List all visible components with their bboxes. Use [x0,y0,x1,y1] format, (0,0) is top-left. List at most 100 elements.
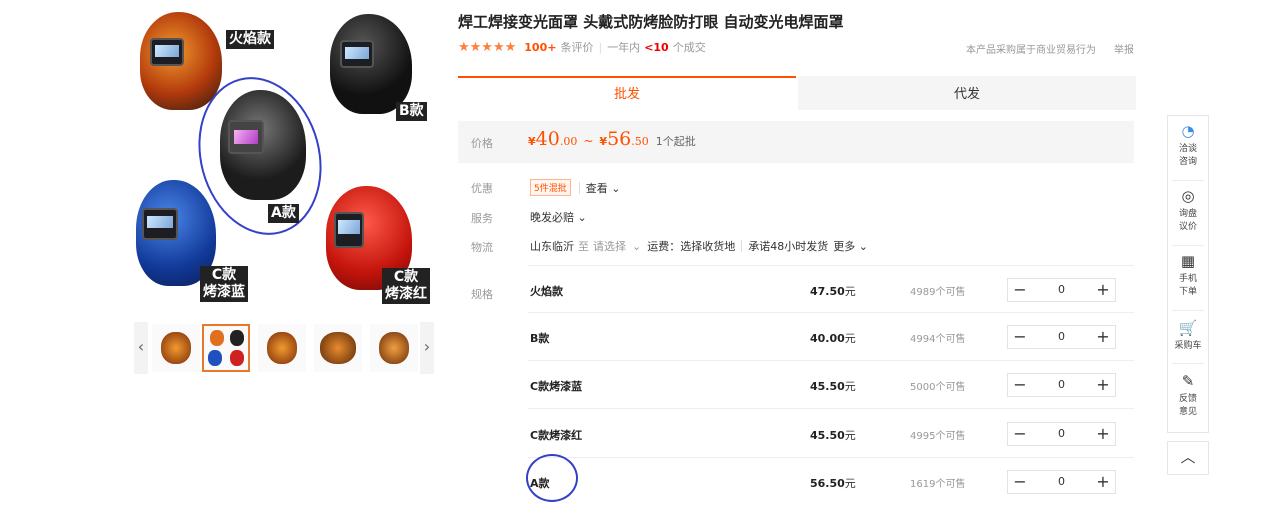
service-row: 服务 晚发必赔 ⌄ [458,206,1134,228]
promo-more-link[interactable]: 查看 ⌄ [586,180,621,196]
cart-label: 采购车 [1174,341,1202,351]
mobile-order-button[interactable]: ▦ 手机 下单 [1168,253,1208,299]
spec-stock-suffix: 个可售 [935,334,966,345]
quantity-input[interactable]: 0 [1032,279,1091,301]
trade-note: 本产品采购属于商业贸易行为 [966,45,1096,56]
thumbnail-strip: ‹ › [134,322,434,374]
feedback-button[interactable]: ✎ 反馈 意见 [1168,373,1208,419]
report-link[interactable]: 举报 [1114,41,1134,56]
main-product-image[interactable]: 火焰款 B款 A款 C款 烤漆蓝 C款 烤漆红 [134,6,434,311]
spec-stock-value: 4989 [910,287,936,298]
increment-button[interactable]: + [1091,423,1115,445]
logistics-label: 物流 [471,241,493,254]
target-icon: ◎ [1181,187,1195,205]
address-select[interactable]: 请选择 [593,238,626,254]
tab-wholesale[interactable]: 批发 [458,76,796,110]
inquiry-label-1: 询盘 [1178,209,1197,219]
promo-row: 优惠 5件混批 查看 ⌄ [458,176,1134,198]
spec-stock-value: 5000 [910,382,936,393]
price-label: 价格 [471,137,493,150]
chevron-left-icon[interactable]: ‹ [134,322,148,374]
label-c-red: C款 烤漆红 [382,268,430,304]
divider [1172,363,1204,364]
decrement-button[interactable]: − [1008,471,1032,493]
quantity-stepper: − 0 + [1007,422,1116,446]
increment-button[interactable]: + [1091,279,1115,301]
purchase-tabs: 批发 代发 [458,76,1136,110]
logistics-row: 物流 山东临沂 至 请选择 ⌄ 运费：选择收货地 承诺48小时发货 更多 ⌄ [458,235,1134,257]
currency-symbol: ¥ [528,135,536,148]
spec-row: C款烤漆蓝 45.50元 5000个可售 − 0 + [528,361,1134,409]
quantity-stepper: − 0 + [1007,373,1116,397]
spec-price-unit: 元 [844,285,856,298]
freight: 运费：选择收货地 [647,240,736,253]
increment-button[interactable]: + [1091,471,1115,493]
label-c-blue-line1: C款 [211,267,237,283]
spec-stock: 4994个可售 [910,330,965,345]
decrement-button[interactable]: − [1008,279,1032,301]
decrement-button[interactable]: − [1008,326,1032,348]
chat-label-1: 洽谈 [1178,144,1197,154]
decrement-button[interactable]: − [1008,423,1032,445]
rating-line: ★★★★★ 100+ 条评价 | 一年内 <10 个成交 [458,39,706,55]
review-count[interactable]: 100+ [524,41,556,54]
divider: | [598,40,603,54]
price-high-int: 56 [607,128,632,150]
increment-button[interactable]: + [1091,374,1115,396]
thumbnail-4[interactable] [314,324,362,372]
chat-button[interactable]: ◔ 洽谈 咨询 [1168,123,1208,169]
label-a: A款 [268,204,299,223]
thumbnail-3[interactable] [258,324,306,372]
spec-row: C款烤漆红 45.50元 4995个可售 − 0 + [528,410,1134,458]
service-dropdown[interactable]: 晚发必赔 ⌄ [530,209,587,225]
spec-name: B款 [530,332,550,345]
spec-price-value: 56.50 [810,477,845,490]
quantity-stepper: − 0 + [1007,325,1116,349]
logistics-more[interactable]: 更多 ⌄ [833,238,868,254]
promo-label: 优惠 [471,182,493,195]
to-label: 至 [578,240,589,253]
thumbnail-5[interactable] [370,324,418,372]
spec-price: 45.50元 [810,378,856,394]
price-low-int: 40 [535,128,560,150]
spec-stock: 1619个可售 [910,475,965,490]
back-to-top-button[interactable]: ︿ [1167,441,1209,475]
quantity-stepper: − 0 + [1007,278,1116,302]
decrement-button[interactable]: − [1008,374,1032,396]
spec-price-unit: 元 [844,429,856,442]
floating-toolbar: ◔ 洽谈 咨询 ◎ 询盘 议价 ▦ 手机 下单 🛒 采购车 ✎ 反馈 意见 [1167,115,1209,433]
cart-button[interactable]: 🛒 采购车 [1168,320,1208,353]
tab-dropship[interactable]: 代发 [798,76,1136,110]
spec-price-value: 47.50 [810,285,845,298]
inquiry-label-2: 议价 [1178,222,1197,232]
spec-stock-suffix: 个可售 [935,287,966,298]
spec-row: A款 56.50元 1619个可售 − 0 + [526,454,1134,506]
spec-name: C款烤漆红 [530,429,583,442]
feedback-label-1: 反馈 [1178,394,1197,404]
qrcode-icon: ▦ [1180,252,1196,270]
quantity-input[interactable]: 0 [1032,423,1091,445]
spec-price-value: 40.00 [810,332,845,345]
sold-label: 个成交 [672,41,706,54]
spec-stock-suffix: 个可售 [935,431,966,442]
helmet-a-image [220,90,306,200]
spec-price-unit: 元 [844,477,856,490]
chevron-down-icon[interactable]: ⌄ [632,240,641,253]
chevron-right-icon[interactable]: › [420,322,434,374]
helmet-flame-image [140,12,222,110]
quantity-input[interactable]: 0 [1032,374,1091,396]
thumbnail-1[interactable] [152,324,200,372]
sold-count: <10 [644,40,669,54]
quantity-input[interactable]: 0 [1032,326,1091,348]
chevron-up-icon: ︿ [1180,448,1196,466]
price-high-dec: .50 [631,135,649,148]
inquiry-button[interactable]: ◎ 询盘 议价 [1168,188,1208,234]
quantity-input[interactable]: 0 [1032,471,1091,493]
spec-row: B款 40.00元 4994个可售 − 0 + [528,313,1134,361]
spec-price: 47.50元 [810,283,856,299]
increment-button[interactable]: + [1091,326,1115,348]
label-c-red-line2: 烤漆红 [385,286,427,302]
thumbnail-2[interactable] [202,324,250,372]
service-label: 服务 [471,212,493,225]
spec-stock-value: 4994 [910,334,936,345]
